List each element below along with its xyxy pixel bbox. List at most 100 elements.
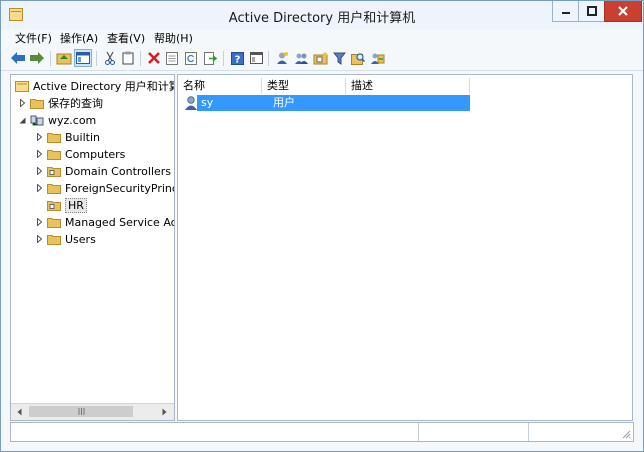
toolbar-separator — [223, 51, 224, 66]
menu-view[interactable]: 查看(V) — [107, 30, 145, 46]
status-divider — [418, 423, 419, 441]
cut-button[interactable] — [101, 49, 119, 67]
back-button[interactable] — [9, 49, 27, 67]
add-to-group-button[interactable] — [368, 49, 386, 67]
ad-users-computers-icon — [15, 80, 29, 92]
list-item-name: sy — [197, 95, 267, 111]
back-arrow-icon — [11, 52, 25, 64]
export-list-icon — [203, 51, 217, 65]
tree-item-label: Users — [65, 232, 96, 246]
list-item[interactable]: sy 用户 — [184, 95, 470, 111]
tree-item-label: 保存的查询 — [48, 97, 103, 110]
new-user-button[interactable] — [273, 49, 291, 67]
new-ou-button[interactable] — [311, 49, 329, 67]
tree-item-computers[interactable]: Computers — [35, 146, 125, 162]
menu-bar: 文件(F) 操作(A) 查看(V) 帮助(H) — [1, 29, 643, 45]
console-tree[interactable]: Active Directory 用户和计算机 保存的查询 wyz.com Bu… — [10, 74, 175, 421]
toolbar-separator — [140, 51, 141, 66]
maximize-button[interactable] — [578, 1, 606, 22]
toolbar-separator — [268, 51, 269, 66]
chevron-right-icon[interactable] — [35, 183, 43, 193]
refresh-button[interactable] — [182, 49, 200, 67]
chevron-right-icon[interactable] — [35, 132, 43, 142]
minimize-icon — [562, 12, 570, 14]
delete-button[interactable] — [145, 49, 163, 67]
folder-icon — [47, 183, 61, 194]
scroll-thumb[interactable] — [29, 406, 133, 417]
tree-item-domain[interactable]: wyz.com — [18, 112, 96, 128]
forward-button[interactable] — [28, 49, 46, 67]
tree-item-label-selected: HR — [65, 197, 87, 213]
tree-root[interactable]: Active Directory 用户和计算机 — [15, 78, 175, 94]
domain-icon — [30, 115, 44, 125]
tree-item-foreign-security-principals[interactable]: ForeignSecurityPrincipa — [35, 180, 174, 196]
folder-icon — [30, 98, 44, 109]
new-user-icon — [277, 52, 288, 64]
svg-text:?: ? — [234, 54, 240, 65]
tree-item-saved-queries[interactable]: 保存的查询 — [18, 95, 103, 111]
tree-item-label: wyz.com — [48, 113, 97, 127]
cut-icon — [105, 51, 115, 65]
column-header-type[interactable]: 类型 — [262, 78, 346, 94]
tree-item-label: Managed Service Acco — [65, 215, 174, 229]
tree-root-label: Active Directory 用户和计算机 — [33, 80, 175, 93]
ou-folder-icon — [47, 200, 61, 211]
tree-item-users[interactable]: Users — [35, 231, 96, 247]
toolbar-separator — [50, 51, 51, 66]
find-icon — [351, 52, 365, 65]
properties-button[interactable] — [163, 49, 181, 67]
scroll-right-button[interactable] — [156, 404, 172, 420]
close-icon — [618, 6, 628, 16]
chevron-left-icon — [17, 408, 21, 416]
scroll-left-button[interactable] — [11, 404, 27, 420]
delete-icon — [148, 52, 160, 64]
minimize-button[interactable] — [552, 1, 579, 22]
chevron-right-icon[interactable] — [35, 166, 43, 176]
menu-action[interactable]: 操作(A) — [60, 30, 98, 46]
details-pane[interactable]: 名称 类型 描述 sy 用户 — [177, 74, 633, 421]
find-button[interactable] — [349, 49, 367, 67]
up-folder-icon — [56, 53, 72, 65]
column-header-name[interactable]: 名称 — [178, 78, 262, 94]
tree-item-builtin[interactable]: Builtin — [35, 129, 100, 145]
chevron-right-icon[interactable] — [35, 234, 43, 244]
toolbar-separator — [96, 51, 97, 66]
folder-icon — [47, 132, 61, 143]
new-group-button[interactable] — [292, 49, 310, 67]
tree-item-label: Computers — [65, 147, 126, 161]
title-bar: Active Directory 用户和计算机 — [1, 1, 643, 29]
folder-icon — [47, 234, 61, 245]
chevron-right-icon — [162, 408, 166, 416]
chevron-right-icon[interactable] — [18, 98, 26, 108]
show-console-tree-button[interactable] — [74, 49, 92, 67]
tree-item-label: Builtin — [65, 130, 100, 144]
close-button[interactable] — [604, 1, 642, 22]
chevron-right-icon[interactable] — [35, 217, 43, 227]
new-group-icon — [294, 53, 308, 64]
toolbar: ? — [1, 46, 643, 71]
export-list-button[interactable] — [201, 49, 219, 67]
filter-button[interactable] — [330, 49, 348, 67]
tree-item-hr[interactable]: HR — [47, 197, 87, 213]
tree-item-label: ForeignSecurityPrincipa — [65, 181, 174, 195]
grip-icon — [78, 408, 84, 415]
chevron-right-icon[interactable] — [35, 149, 43, 159]
tree-item-managed-service-accounts[interactable]: Managed Service Acco — [35, 214, 174, 230]
chevron-down-icon[interactable] — [18, 115, 26, 125]
menu-file[interactable]: 文件(F) — [15, 30, 52, 46]
new-ou-icon — [313, 52, 327, 64]
help-button[interactable]: ? — [228, 49, 246, 67]
copy-icon — [122, 51, 134, 65]
up-one-level-button[interactable] — [55, 49, 73, 67]
menu-help[interactable]: 帮助(H) — [154, 30, 193, 46]
copy-button[interactable] — [119, 49, 137, 67]
status-bar — [10, 422, 634, 442]
column-header-description[interactable]: 描述 — [346, 78, 470, 94]
main-window: Active Directory 用户和计算机 文件(F) 操作(A) 查看(V… — [0, 0, 644, 452]
horizontal-scrollbar[interactable] — [11, 403, 174, 420]
resize-grip-icon[interactable] — [621, 429, 631, 439]
folder-icon — [47, 217, 61, 228]
view-button[interactable] — [247, 49, 265, 67]
show-console-tree-icon — [76, 52, 90, 64]
tree-item-domain-controllers[interactable]: Domain Controllers — [35, 163, 171, 179]
